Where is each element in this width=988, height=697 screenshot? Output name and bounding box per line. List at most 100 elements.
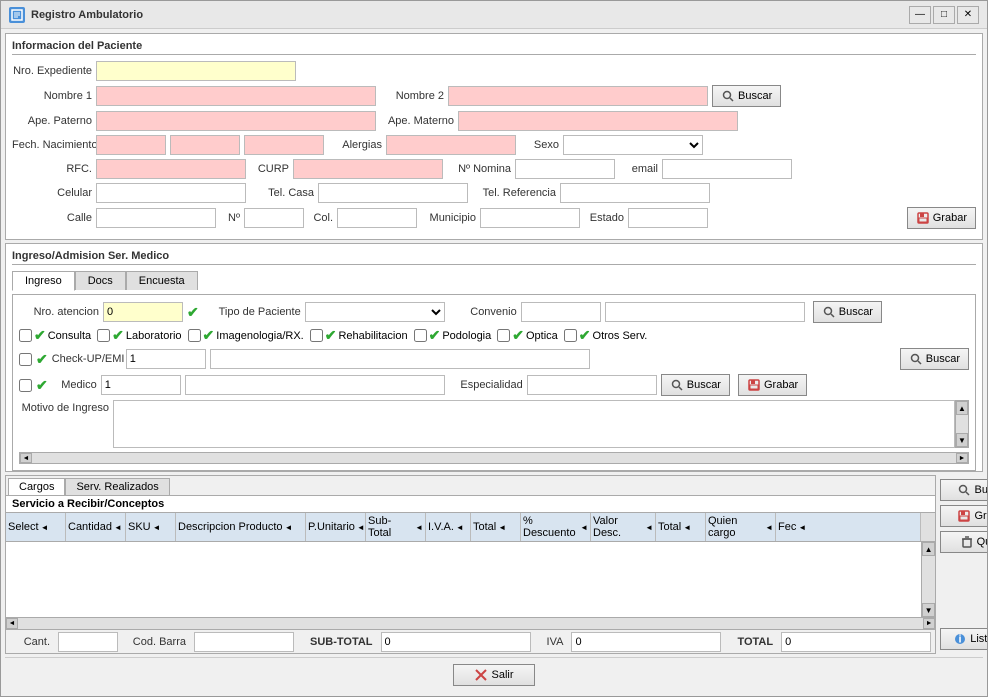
tab-docs[interactable]: Docs (75, 271, 126, 290)
ghscroll-left-btn[interactable]: ◄ (6, 618, 18, 629)
email-input[interactable] (662, 159, 792, 179)
imagenologia-checkbox[interactable] (188, 329, 201, 342)
celular-input[interactable] (96, 183, 246, 203)
grabar-patient-button[interactable]: Grabar (907, 207, 976, 229)
optica-checkbox[interactable] (497, 329, 510, 342)
tab-encuesta[interactable]: Encuesta (126, 271, 198, 290)
convenio-input[interactable] (521, 302, 601, 322)
salir-button[interactable]: Salir (453, 664, 534, 686)
medico-name-input[interactable] (185, 375, 445, 395)
sexo-select[interactable]: Masculino Femenino (563, 135, 703, 155)
medico-checkbox[interactable] (19, 379, 32, 392)
col-select-arrow[interactable]: ◄ (41, 523, 49, 532)
consulta-checkbox[interactable] (19, 329, 32, 342)
especialidad-input[interactable] (527, 375, 657, 395)
col-desc-pct-arrow[interactable]: ◄ (580, 523, 588, 532)
tipo-paciente-select[interactable] (305, 302, 445, 322)
col-input[interactable] (337, 208, 417, 228)
podologia-check-icon: ✔ (429, 327, 441, 344)
hscroll-left-btn[interactable]: ◄ (20, 453, 32, 463)
nro-nomina-input[interactable] (515, 159, 615, 179)
col-fec: Fec ◄ (776, 513, 921, 541)
checkup-input[interactable] (126, 349, 206, 369)
fech-nac-input1[interactable] (96, 135, 166, 155)
tab-cargos[interactable]: Cargos (8, 478, 65, 495)
fech-nac-input3[interactable] (244, 135, 324, 155)
search-icon4 (670, 378, 684, 392)
laboratorio-checkbox[interactable] (97, 329, 110, 342)
nombre2-input[interactable] (448, 86, 708, 106)
rehabilitacion-checkbox[interactable] (310, 329, 323, 342)
rfc-input[interactable] (96, 159, 246, 179)
vscroll-up-btn[interactable]: ▲ (922, 542, 935, 556)
maximize-button[interactable]: □ (933, 6, 955, 24)
buscar-convenio-button[interactable]: Buscar (813, 301, 882, 323)
scroll-down-btn[interactable]: ▼ (956, 433, 968, 447)
search-icon5 (957, 483, 971, 497)
scroll-up-btn[interactable]: ▲ (956, 401, 968, 415)
buscar-medico-button[interactable]: Buscar (661, 374, 730, 396)
ghscroll-right-btn[interactable]: ► (923, 618, 935, 629)
expediente-input[interactable] (96, 61, 296, 81)
buscar-cargo-button[interactable]: Buscar (940, 479, 987, 501)
info-icon: i (953, 632, 967, 646)
list-prec-button[interactable]: i List Prec (940, 628, 987, 650)
ghscroll-track (18, 618, 923, 629)
rfc-label: RFC. (12, 163, 92, 175)
tel-casa-input[interactable] (318, 183, 468, 203)
buscar-checkup-button[interactable]: Buscar (900, 348, 969, 370)
quitar-button[interactable]: Quitar (940, 531, 987, 553)
medico-input[interactable] (101, 375, 181, 395)
col-cantidad-arrow[interactable]: ◄ (114, 523, 122, 532)
nro-input[interactable] (244, 208, 304, 228)
total-input[interactable] (781, 632, 931, 652)
col-quien-arrow[interactable]: ◄ (765, 523, 773, 532)
nombre1-input[interactable] (96, 86, 376, 106)
checkup-name-input[interactable] (210, 349, 590, 369)
exit-bar: Salir (5, 657, 983, 692)
checkup-row: ✔ Check-UP/EMI Buscar (19, 348, 969, 370)
alergias-input[interactable] (386, 135, 516, 155)
consulta-check-icon: ✔ (34, 327, 46, 344)
delete-icon (960, 535, 974, 549)
col-desc-arrow[interactable]: ◄ (285, 523, 293, 532)
col-punit-arrow[interactable]: ◄ (357, 523, 365, 532)
tab-ingreso[interactable]: Ingreso (12, 271, 75, 291)
col-subtot-arrow[interactable]: ◄ (415, 523, 423, 532)
buscar-patient-button[interactable]: Buscar (712, 85, 781, 107)
tel-ref-input[interactable] (560, 183, 710, 203)
close-button[interactable]: ✕ (957, 6, 979, 24)
cod-barra-input[interactable] (194, 632, 294, 652)
grabar-ingreso-button[interactable]: Grabar (738, 374, 807, 396)
hscroll-right-btn[interactable]: ► (956, 453, 968, 463)
nro-atencion-input[interactable] (103, 302, 183, 322)
col-total1-arrow[interactable]: ◄ (498, 523, 506, 532)
calle-input[interactable] (96, 208, 216, 228)
rfc-row: RFC. CURP Nº Nomina email (12, 159, 976, 179)
estado-input[interactable] (628, 208, 708, 228)
minimize-button[interactable]: — (909, 6, 931, 24)
col-sku-arrow[interactable]: ◄ (153, 523, 161, 532)
iva-input[interactable] (571, 632, 721, 652)
podologia-checkbox[interactable] (414, 329, 427, 342)
sub-total-input[interactable] (381, 632, 531, 652)
curp-input[interactable] (293, 159, 443, 179)
municipio-input[interactable] (480, 208, 580, 228)
col-val-desc-arrow[interactable]: ◄ (645, 523, 653, 532)
convenio-label: Convenio (457, 306, 517, 318)
cant-input[interactable] (58, 632, 118, 652)
ape-paterno-input[interactable] (96, 111, 376, 131)
col-fec-arrow[interactable]: ◄ (798, 523, 806, 532)
imagenologia-check-item: ✔ Imagenologia/RX. (188, 327, 304, 344)
vscroll-down-btn[interactable]: ▼ (922, 603, 935, 617)
col-total2-arrow[interactable]: ◄ (683, 523, 691, 532)
checkup-checkbox[interactable] (19, 353, 32, 366)
convenio-name-input[interactable] (605, 302, 805, 322)
motivo-textarea[interactable] (113, 400, 955, 448)
otros-checkbox[interactable] (564, 329, 577, 342)
grabar-cargo-button[interactable]: Grabar (940, 505, 987, 527)
tab-serv-realizados[interactable]: Serv. Realizados (65, 478, 169, 495)
col-iva-arrow[interactable]: ◄ (456, 523, 464, 532)
ape-materno-input[interactable] (458, 111, 738, 131)
fech-nac-input2[interactable] (170, 135, 240, 155)
